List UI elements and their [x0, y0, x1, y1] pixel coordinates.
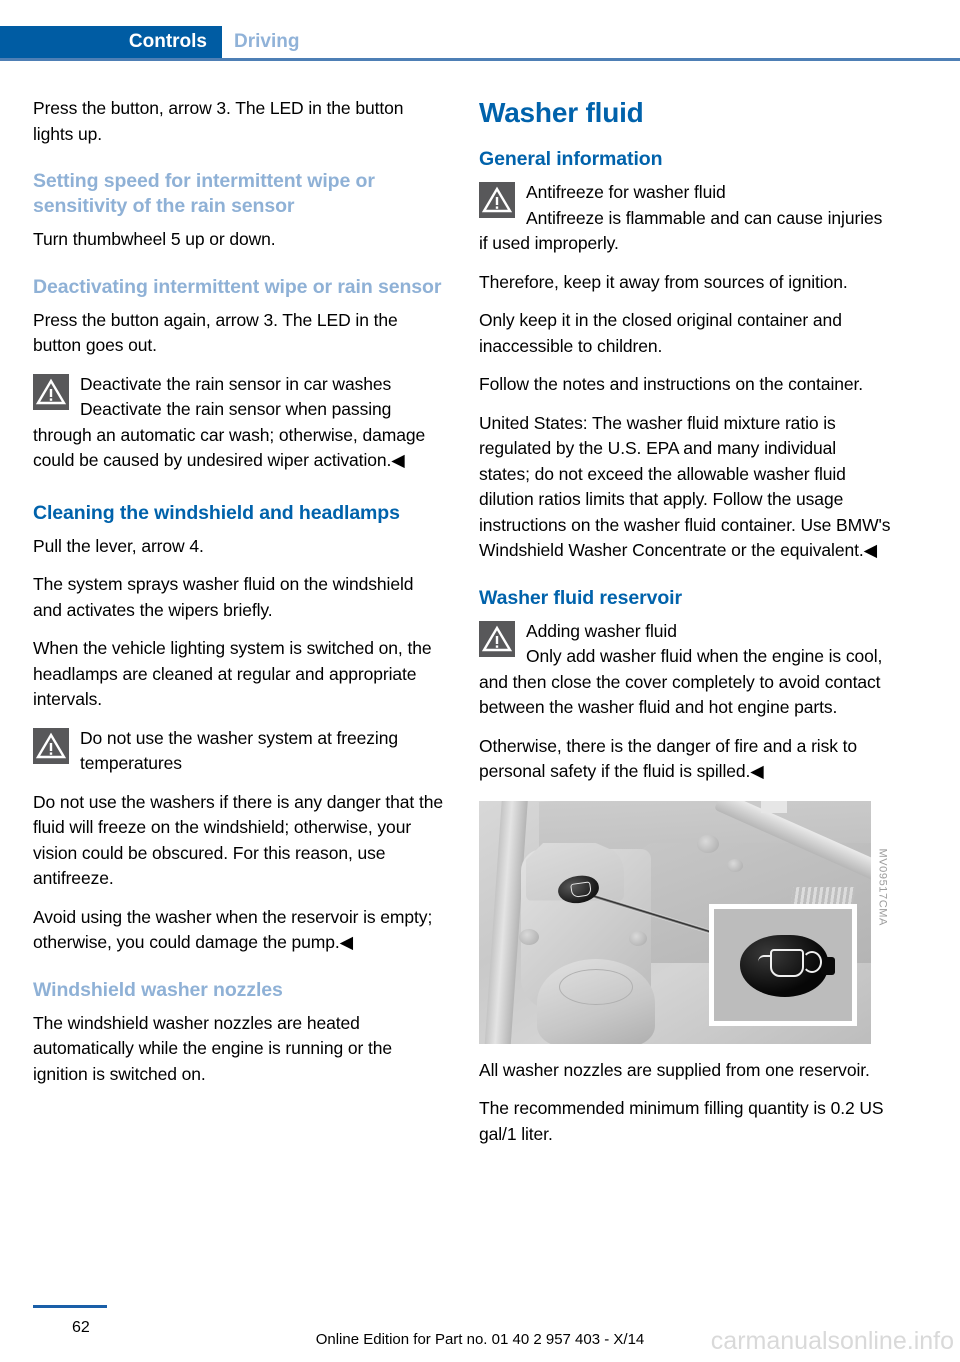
- warning-body: Only add washer fluid when the engine is…: [479, 646, 883, 717]
- paragraph-danger-of-fire: Otherwise, there is the danger of fire a…: [479, 735, 858, 782]
- paragraph-turn-thumbwheel: Turn thumbwheel 5 up or down.: [33, 229, 276, 249]
- paragraph-all-nozzles: All washer nozzles are supplied from one…: [479, 1059, 870, 1080]
- paragraph-closed-container: Only keep it in the closed original cont…: [479, 310, 842, 356]
- paragraph-vehicle-lighting: When the vehicle lighting system is swit…: [33, 638, 432, 709]
- paragraph-follow-notes: Follow the notes and instructions on the…: [479, 374, 864, 394]
- paragraph-press-again: Press the button again, arrow 3. The LED…: [33, 309, 398, 356]
- heading-cleaning-windshield: Cleaning the windshield and headlamps: [33, 501, 400, 524]
- warning-title: Do not use the washer system at freezing…: [80, 727, 398, 774]
- watermark-text: carmanualsonline.info: [710, 1327, 954, 1355]
- heading-deactivating-wipe: Deactivating intermittent wipe or rain s…: [33, 275, 442, 298]
- paragraph-avoid-using-washer: Avoid using the washer when the reservoi…: [33, 906, 433, 953]
- page-header: Controls Driving: [0, 26, 960, 58]
- spray-symbol-icon: [802, 950, 822, 973]
- warning-box-freezing: Do not use the washer system at freezing…: [33, 726, 445, 777]
- paragraph-system-sprays: The system sprays washer fluid on the wi…: [33, 574, 414, 620]
- paragraph-minimum-filling: The recommended minimum filling quantity…: [479, 1098, 884, 1144]
- paragraph-do-not-use-washers: Do not use the washers if there is any d…: [33, 791, 443, 889]
- figure-washer-fluid-reservoir: MV09517CMA: [479, 800, 891, 1044]
- warning-box-antifreeze: Antifreeze for washer fluid Antifreeze i…: [479, 180, 891, 257]
- right-column: Washer fluid General information Antifre…: [479, 96, 891, 1160]
- header-divider: [0, 58, 960, 61]
- warning-box-car-washes: Deactivate the rain sensor in car washes…: [33, 372, 445, 474]
- warning-triangle-icon: [479, 620, 515, 657]
- windshield-washer-symbol-icon: [758, 948, 804, 977]
- warning-triangle-icon: [33, 373, 69, 410]
- warning-title: Antifreeze for washer fluid: [526, 182, 726, 202]
- warning-body: Antifreeze is flammable and can cause in…: [479, 207, 883, 254]
- paragraph-keep-away-ignition: Therefore, keep it away from sources of …: [479, 271, 848, 292]
- paragraph-nozzles-heated: The windshield washer nozzles are heated…: [33, 1012, 393, 1084]
- warning-triangle-icon: [479, 182, 515, 218]
- figure-reference-code: MV09517CMA: [877, 847, 889, 926]
- heading-washer-nozzles: Windshield washer nozzles: [33, 978, 283, 1001]
- left-column: Press the button, arrow 3. The LED in th…: [33, 96, 445, 1100]
- warning-title: Deactivate the rain sensor in car washes: [80, 373, 392, 394]
- figure-inset-cap-detail: [709, 903, 857, 1026]
- heading-general-information: General information: [479, 148, 663, 170]
- paragraph-pull-lever: Pull the lever, arrow 4.: [33, 535, 204, 556]
- warning-body: Deactivate the rain sensor when passing …: [33, 399, 426, 470]
- washer-cap-closeup: [740, 934, 835, 997]
- paragraph-united-states-epa: United States: The washer fluid mixture …: [479, 412, 891, 561]
- heading-setting-speed: Setting speed for intermittent wipe or s…: [33, 170, 375, 217]
- paragraph-press-button: Press the button, arrow 3. The LED in th…: [33, 98, 404, 144]
- tab-driving[interactable]: Driving: [234, 26, 299, 58]
- heading-washer-fluid-reservoir: Washer fluid reservoir: [479, 586, 682, 609]
- warning-box-adding-fluid: Adding washer fluid Only add washer flui…: [479, 619, 891, 721]
- footer-divider: [33, 1305, 107, 1308]
- warning-title: Adding washer fluid: [526, 620, 677, 641]
- warning-triangle-icon: [33, 727, 69, 764]
- tab-controls[interactable]: Controls: [0, 26, 222, 58]
- page-title-washer-fluid: Washer fluid: [479, 97, 644, 128]
